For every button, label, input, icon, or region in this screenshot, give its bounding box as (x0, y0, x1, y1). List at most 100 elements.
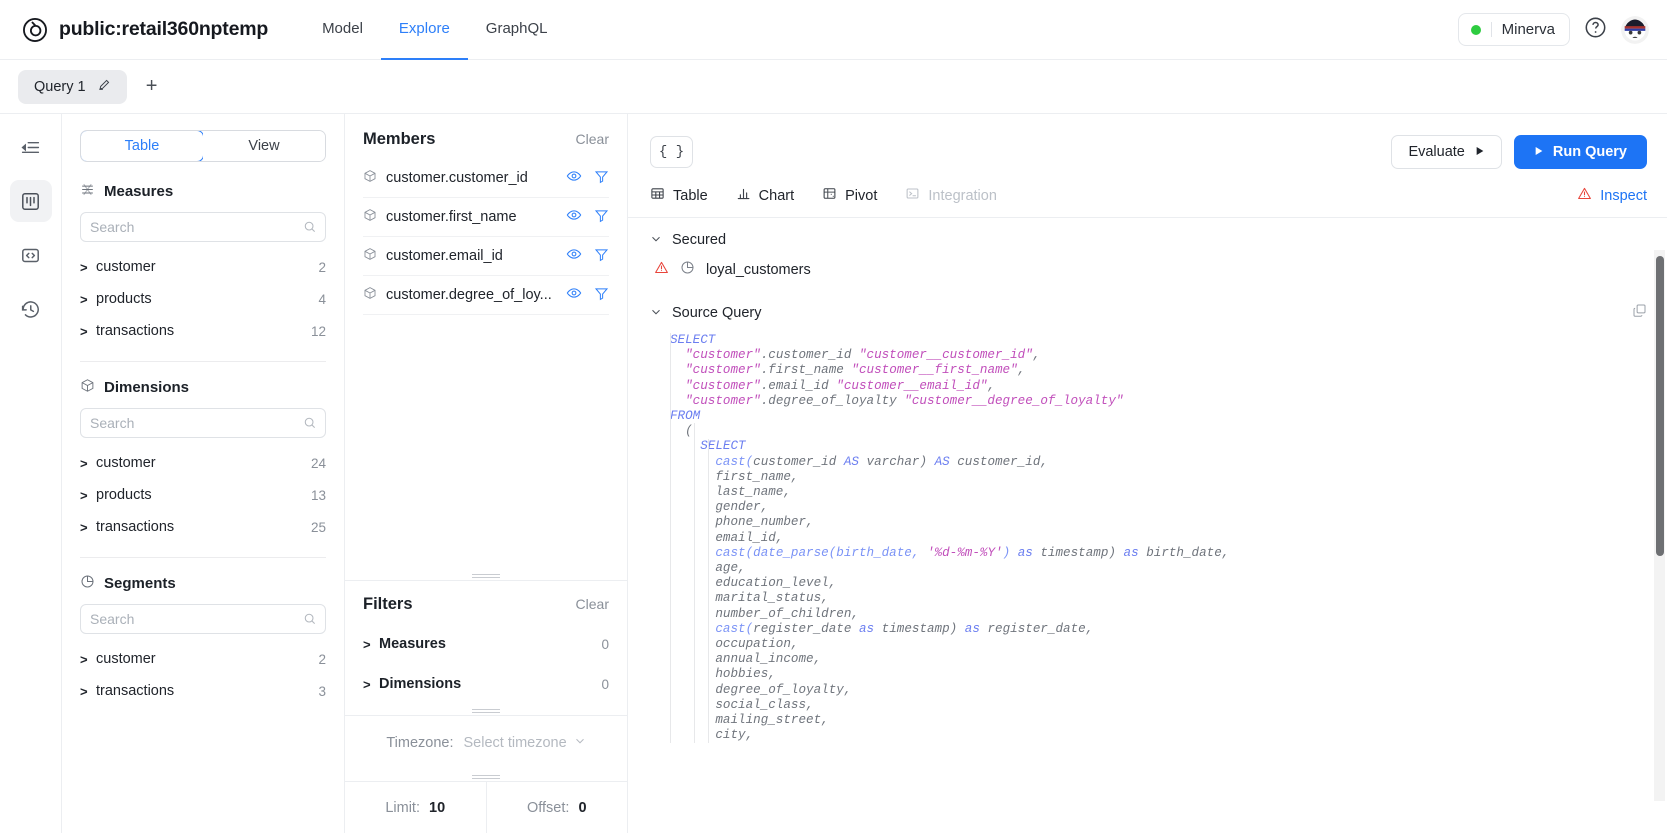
chevron-down-icon (650, 233, 662, 248)
tree-item-measures-customer[interactable]: > customer 2 (80, 251, 326, 283)
toggle-view[interactable]: View (203, 131, 325, 161)
nav-item-model[interactable]: Model (304, 0, 381, 60)
limit-value[interactable]: 10 (429, 800, 445, 816)
evaluate-button[interactable]: Evaluate (1391, 135, 1502, 169)
member-row[interactable]: customer.customer_id (363, 159, 609, 198)
filter-group-measures[interactable]: > Measures 0 (363, 624, 609, 664)
search-input[interactable] (90, 415, 316, 431)
member-row[interactable]: customer.email_id (363, 237, 609, 276)
filter-label: Measures (379, 636, 446, 652)
search-icon (303, 612, 317, 631)
filters-clear-button[interactable]: Clear (576, 596, 609, 612)
limit-offset-row: Limit: 10 Offset: 0 (345, 781, 627, 833)
funnel-icon[interactable] (594, 208, 609, 227)
history-clock-icon[interactable] (10, 288, 52, 330)
tree-item-segments-customer[interactable]: > customer 2 (80, 643, 326, 675)
add-query-tab-button[interactable]: + (135, 71, 169, 103)
secured-label: Secured (672, 232, 727, 248)
inspect-button[interactable]: Inspect (1577, 186, 1647, 205)
panel-resize-handle[interactable] (345, 770, 627, 781)
member-row[interactable]: customer.first_name (363, 198, 609, 237)
filter-group-dimensions[interactable]: > Dimensions 0 (363, 664, 609, 704)
search-input[interactable] (90, 611, 316, 627)
funnel-icon[interactable] (594, 247, 609, 266)
offset-label: Offset: (526, 799, 570, 816)
code-brackets-icon[interactable] (10, 234, 52, 276)
status-pill[interactable]: Minerva (1457, 13, 1570, 46)
tab-table[interactable]: Table (650, 186, 708, 205)
app-header: public:retail360nptemp Model Explore Gra… (0, 0, 1667, 60)
funnel-icon[interactable] (594, 286, 609, 305)
cube-icon (363, 208, 377, 226)
tree-item-dimensions-transactions[interactable]: > transactions 25 (80, 511, 326, 543)
member-name: customer.first_name (386, 209, 517, 225)
warning-triangle-icon (654, 260, 669, 279)
chevron-right-icon: > (80, 651, 88, 667)
eye-icon[interactable] (566, 168, 582, 188)
members-clear-button[interactable]: Clear (576, 131, 609, 147)
filter-count: 0 (601, 636, 609, 652)
secured-item[interactable]: loyal_customers (650, 254, 1647, 287)
member-actions (566, 246, 609, 266)
offset-cell: Offset: 0 (485, 782, 628, 833)
columns-panel-icon[interactable] (9, 180, 52, 222)
tree-item-dimensions-customer[interactable]: > customer 24 (80, 447, 326, 479)
chevron-right-icon: > (363, 636, 371, 652)
code-scrollbar-thumb[interactable] (1655, 256, 1664, 556)
tab-label: Chart (758, 187, 795, 204)
query-tab-1[interactable]: Query 1 (18, 69, 127, 104)
search-input[interactable] (90, 219, 316, 235)
pencil-icon[interactable] (97, 78, 111, 96)
eye-icon[interactable] (566, 285, 582, 305)
members-header: Members Clear (363, 130, 609, 149)
collapse-sidebar-icon[interactable] (10, 126, 52, 168)
panel-resize-handle[interactable] (345, 569, 627, 580)
members-section: Members Clear customer.customer_id custo… (345, 114, 627, 569)
tree-label: customer (96, 259, 156, 275)
tab-pivot[interactable]: Pivot (822, 186, 877, 205)
member-row[interactable]: customer.degree_of_loy... (363, 276, 609, 315)
panel-resize-handle[interactable] (345, 704, 627, 715)
timezone-label: Timezone: (386, 735, 454, 751)
secured-section-header[interactable]: Secured (650, 218, 1647, 254)
tree-item-measures-products[interactable]: > products 4 (80, 283, 326, 315)
limit-label: Limit: (385, 799, 420, 816)
eye-icon[interactable] (566, 207, 582, 227)
eye-icon[interactable] (566, 246, 582, 266)
avatar[interactable] (1621, 15, 1649, 44)
tree-item-dimensions-products[interactable]: > products 13 (80, 479, 326, 511)
nav-item-explore[interactable]: Explore (380, 0, 468, 60)
brand[interactable]: public:retail360nptemp (22, 17, 268, 43)
section-title: Dimensions (104, 379, 190, 396)
segments-search[interactable] (80, 604, 326, 634)
evaluate-label: Evaluate (1408, 144, 1465, 160)
funnel-icon[interactable] (594, 169, 609, 188)
copy-icon[interactable] (1632, 303, 1647, 323)
code-scrollbar[interactable] (1654, 250, 1665, 801)
tree-item-measures-transactions[interactable]: > transactions 12 (80, 315, 326, 347)
run-query-button[interactable]: Run Query (1513, 135, 1647, 169)
source-query-toggle[interactable]: Source Query (650, 305, 761, 321)
chevron-right-icon: > (80, 291, 88, 307)
timezone-select[interactable]: Select timezone (463, 735, 585, 751)
dimensions-search[interactable] (80, 408, 326, 438)
tree-label: transactions (96, 519, 175, 535)
tree-label: transactions (96, 683, 175, 699)
measures-search[interactable] (80, 212, 326, 242)
chevron-right-icon: > (80, 487, 88, 503)
tree-label: transactions (96, 323, 175, 339)
tree-item-segments-transactions[interactable]: > transactions 3 (80, 675, 326, 707)
toggle-table[interactable]: Table (81, 131, 204, 161)
inspect-label: Inspect (1600, 187, 1647, 204)
bar-chart-icon (736, 186, 751, 205)
nav-item-graphql[interactable]: GraphQL (468, 0, 566, 60)
offset-value[interactable]: 0 (578, 800, 586, 816)
json-view-button[interactable]: { } (650, 136, 693, 168)
tab-chart[interactable]: Chart (736, 186, 794, 205)
source-query-code[interactable]: SELECT "customer".customer_id "customer_… (650, 327, 1647, 744)
divider (1490, 22, 1492, 37)
query-tabbar: Query 1 + (0, 60, 1667, 114)
question-circle-icon[interactable] (1584, 16, 1607, 44)
chevron-right-icon: > (80, 683, 88, 699)
member-actions (566, 285, 609, 305)
